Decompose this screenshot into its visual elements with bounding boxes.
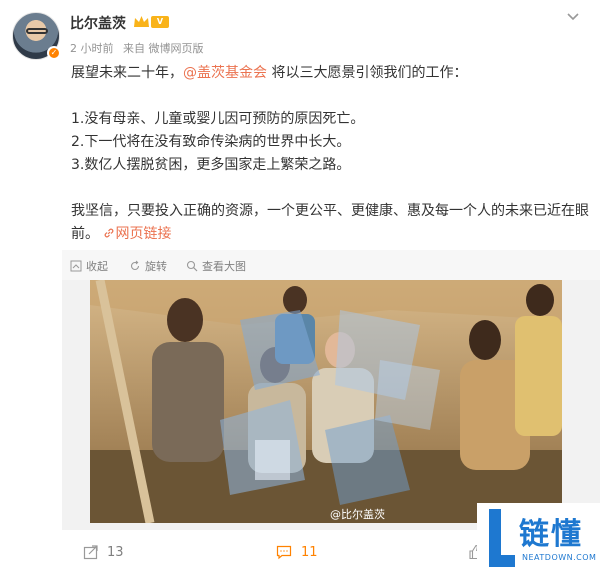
post-source: 来自 微博网页版 [123, 42, 204, 55]
mention-link[interactable]: @盖茨基金会 [183, 65, 267, 81]
share-button[interactable]: 13 [83, 544, 124, 560]
brand-l-icon [489, 509, 515, 567]
brand-domain: NEATDOWN.COM [522, 553, 597, 562]
chevron-down-icon[interactable] [565, 8, 581, 24]
intro-text-end: 将以三大愿景引领我们的工作： [267, 65, 468, 81]
web-link-label: 网页链接 [115, 226, 172, 242]
photo-watermark: @比尔盖茨 [330, 508, 385, 521]
media-panel: @比尔盖茨 [62, 280, 600, 530]
intro-text: 展望未来二十年， [71, 65, 183, 81]
avatar-glasses [26, 28, 48, 34]
post-photo[interactable]: @比尔盖茨 [90, 280, 562, 523]
vip-badge: V [151, 16, 169, 28]
photo-scene [90, 280, 562, 523]
rotate-icon [130, 260, 140, 271]
zoom-icon [186, 260, 198, 272]
link-icon [105, 228, 114, 238]
share-count: 13 [107, 544, 124, 560]
post-text: 展望未来二十年，@盖茨基金会 将以三大愿景引领我们的工作： 1.没有母亲、儿童或… [71, 62, 589, 246]
vision-item-3: 3.数亿人摆脱贫困，更多国家走上繁荣之路。 [71, 157, 351, 173]
vision-item-2: 2.下一代将在没有致命传染病的世界中长大。 [71, 134, 351, 150]
closing-paragraph: 我坚信，只要投入正确的资源，一个更公平、更健康、惠及每一个人的未来已近在眼前。 … [71, 200, 589, 246]
crown-icon [134, 16, 149, 27]
post-time[interactable]: 2 小时前 [70, 42, 114, 55]
post-header: ✓ 比尔盖茨 V 2 小时前 来自 微博网页版 [0, 0, 600, 62]
intro-line: 展望未来二十年，@盖茨基金会 将以三大愿景引领我们的工作： [71, 62, 589, 85]
rotate-label: 旋转 [145, 260, 167, 273]
user-name[interactable]: 比尔盖茨 [70, 13, 126, 33]
comment-button[interactable]: 11 [276, 544, 318, 560]
share-icon [83, 545, 98, 560]
comment-count: 11 [301, 544, 318, 560]
post-meta: 2 小时前 来自 微博网页版 [70, 40, 210, 56]
collapse-label: 收起 [86, 260, 108, 273]
verified-badge-icon: ✓ [47, 46, 61, 60]
rotate-button[interactable]: 旋转 [129, 258, 167, 274]
vision-item-1: 1.没有母亲、儿童或婴儿因可预防的原因死亡。 [71, 111, 365, 127]
media-toolbar: 收起 旋转 查看大图 [62, 250, 600, 280]
collapse-button[interactable]: 收起 [70, 258, 108, 274]
view-large-button[interactable]: 查看大图 [186, 258, 246, 274]
comment-icon [276, 545, 292, 560]
view-large-label: 查看大图 [202, 260, 246, 273]
brand-name: 链懂 [519, 517, 583, 552]
brand-logo: 链懂 NEATDOWN.COM [477, 503, 600, 575]
collapse-icon [70, 260, 82, 272]
web-link[interactable]: 网页链接 [103, 226, 171, 242]
